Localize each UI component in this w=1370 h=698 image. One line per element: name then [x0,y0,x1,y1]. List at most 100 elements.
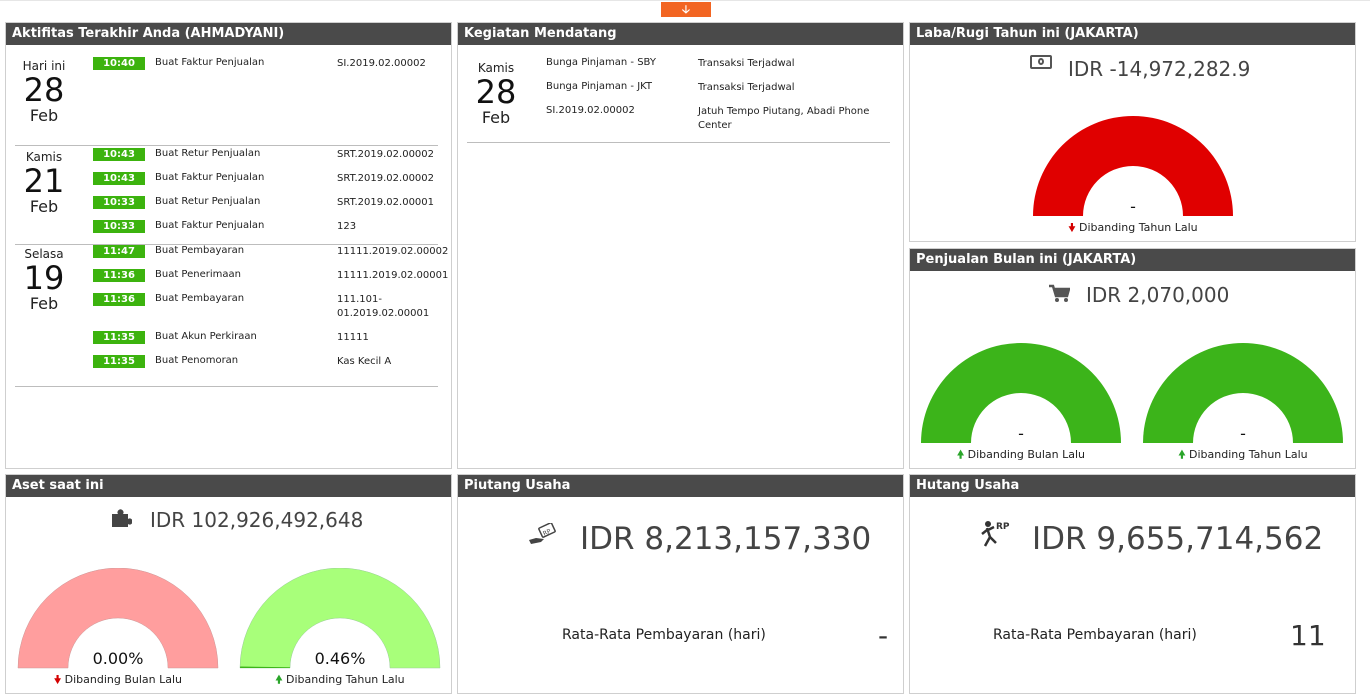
receivables-amount: IDR 8,213,157,330 [580,521,872,557]
activity-reference[interactable]: SRT.2019.02.00001 [337,196,447,210]
arrow-up-icon: 🠝 [275,673,283,686]
activity-row[interactable]: 11:47 Buat Pembayaran 11111.2019.02.00002 [85,245,448,269]
arrow-down-icon: 🠟 [53,673,62,686]
puzzle-icon [110,508,132,527]
svg-text:RP: RP [542,528,552,538]
activity-reference[interactable]: SI.2019.02.00002 [337,57,447,71]
activity-action: Buat Pembayaran [155,293,245,304]
time-badge: 11:35 [93,331,145,344]
event-name: SI.2019.02.00002 [546,105,635,116]
month-name: Feb [29,294,59,313]
event-name: Bunga Pinjaman - JKT [546,81,653,92]
activity-row[interactable]: 10:40 Buat Faktur Penjualan SI.2019.02.000… [85,57,445,81]
assets-year-gauge-caption: 🠝 Dibanding Tahun Lalu [239,671,441,690]
panel-title: Kegiatan Mendatang [458,23,903,45]
date-block: Kamis 28 Feb [467,57,525,127]
activity-reference[interactable]: 11111.2019.02.00001 [337,269,448,283]
activity-reference[interactable]: SRT.2019.02.00002 [337,148,447,162]
profit-amount: IDR -14,972,282.9 [1068,57,1251,81]
panel-title: Aktifitas Terakhir Anda (AHMADYANI) [6,23,451,45]
activity-action: Buat Faktur Penjualan [155,57,265,68]
activity-reference[interactable]: 11111 [337,331,447,345]
arrow-up-icon: 🠝 [1178,448,1186,461]
assets-month-gauge-caption: 🠟 Dibanding Bulan Lalu [17,671,219,690]
receivables-stat-label: Rata-Rata Pembayaran (hari) [562,627,766,643]
arrow-up-icon: 🠝 [956,448,965,461]
arrow-down-icon: 🠟 [1068,221,1076,234]
profit-gauge-caption: 🠟 Dibanding Tahun Lalu [1033,219,1233,238]
time-badge: 11:36 [93,293,145,306]
sales-month-gauge-caption: 🠝 Dibanding Bulan Lalu [921,446,1121,465]
payables-stat-label: Rata-Rata Pembayaran (hari) [993,627,1197,643]
profit-loss-panel: Laba/Rugi Tahun ini (JAKARTA) IDR -14,97… [909,22,1356,242]
activity-row[interactable]: 10:43 Buat Retur Penjualan SRT.2019.02.000… [85,148,445,172]
activity-action: Buat Pembayaran [155,245,245,256]
activity-row[interactable]: 11:35 Buat Akun Perkiraan 11111 [85,331,445,355]
hand-money-icon: RP [528,523,558,547]
activity-row[interactable]: 11:36 Buat Penerimaan 11111.2019.02.00001 [85,269,448,293]
sales-amount: IDR 2,070,000 [1086,283,1230,307]
caption-text: Dibanding Bulan Lalu [967,448,1086,461]
upcoming-events-panel: Kegiatan Mendatang Kamis 28 Feb Bunga Pi… [457,22,904,469]
receivables-stat-value: - [878,619,889,652]
money-icon [1030,55,1052,69]
day-number: 28 [23,71,65,109]
sales-month-gauge-value: - [1018,424,1024,443]
month-name: Feb [481,108,511,127]
date-block: Hari ini 28 Feb [15,55,73,125]
activity-row[interactable]: 10:33 Buat Retur Penjualan SRT.2019.02.000… [85,196,445,220]
activity-row[interactable]: 11:36 Buat Pembayaran 111.101-01.2019.02.0… [85,293,445,319]
time-badge: 10:33 [93,196,145,209]
panel-title: Aset saat ini [6,475,451,497]
cart-icon [1048,284,1070,302]
activity-reference[interactable]: 123 [337,220,447,234]
activity-action: Buat Retur Penjualan [155,148,261,159]
date-block: Selasa 19 Feb [15,243,73,313]
activity-reference[interactable]: SRT.2019.02.00002 [337,172,447,186]
date-block: Kamis 21 Feb [15,146,73,216]
assets-panel: Aset saat ini IDR 102,926,492,648 0.00% … [5,474,452,694]
receivables-panel: Piutang Usaha RP IDR 8,213,157,330 Rata-… [457,474,904,694]
activity-row[interactable]: 10:43 Buat Faktur Penjualan SRT.2019.02.00… [85,172,445,196]
sales-year-gauge-caption: 🠝 Dibanding Tahun Lalu [1143,446,1343,465]
panel-title: Piutang Usaha [458,475,903,497]
top-divider [0,0,1370,1]
activity-row[interactable]: 10:33 Buat Faktur Penjualan 123 [85,220,445,244]
event-description: Jatuh Tempo Piutang, Abadi Phone Center [698,106,870,131]
activity-reference[interactable]: 111.101-01.2019.02.00001 [337,293,447,321]
panel-title: Penjualan Bulan ini (JAKARTA) [910,249,1355,271]
activity-day-group: Selasa 19 Feb 11:47 Buat Pembayaran 11111.201… [15,243,448,387]
time-badge: 11:35 [93,355,145,368]
activity-reference[interactable]: 11111.2019.02.00002 [337,245,448,259]
running-rp-icon: RP [980,519,1012,549]
activity-action: Buat Faktur Penjualan [155,172,265,183]
activity-day-group: Hari ini 28 Feb 10:40 Buat Faktur Penjualan S… [15,55,438,146]
event-group: Kamis 28 Feb Bunga Pinjaman - SBY Transak… [467,57,890,143]
time-badge: 10:43 [93,172,145,185]
panel-title: Hutang Usaha [910,475,1355,497]
sales-year-gauge-value: - [1240,424,1246,443]
arrow-down-icon: 🡣 [682,3,690,16]
activity-reference[interactable]: Kas Kecil A [337,355,447,369]
recent-activity-panel: Aktifitas Terakhir Anda (AHMADYANI) Hari… [5,22,452,469]
payables-stat-value: 11 [1290,619,1326,652]
time-badge: 10:33 [93,220,145,233]
svg-text:RP: RP [996,522,1010,532]
activity-row[interactable]: 11:35 Buat Penomoran Kas Kecil A [85,355,445,379]
month-name: Feb [29,197,59,216]
activity-action: Buat Retur Penjualan [155,196,261,207]
activity-action: Buat Akun Perkiraan [155,331,257,342]
caption-text: Dibanding Tahun Lalu [286,673,405,686]
caption-text: Dibanding Tahun Lalu [1189,448,1308,461]
time-badge: 11:36 [93,269,145,282]
activity-day-group: Kamis 21 Feb 10:43 Buat Retur Penjualan SRT.2… [15,146,438,245]
activity-action: Buat Faktur Penjualan [155,220,265,231]
day-number: 28 [475,73,517,111]
day-number: 21 [23,162,65,200]
activity-action: Buat Penerimaan [155,269,241,280]
payables-amount: IDR 9,655,714,562 [1032,521,1324,557]
assets-month-gauge-value: 0.00% [92,649,144,668]
collapse-toggle-button[interactable]: 🡣 [661,2,711,17]
event-description: Transaksi Terjadwal [698,82,795,93]
caption-text: Dibanding Tahun Lalu [1079,221,1198,234]
